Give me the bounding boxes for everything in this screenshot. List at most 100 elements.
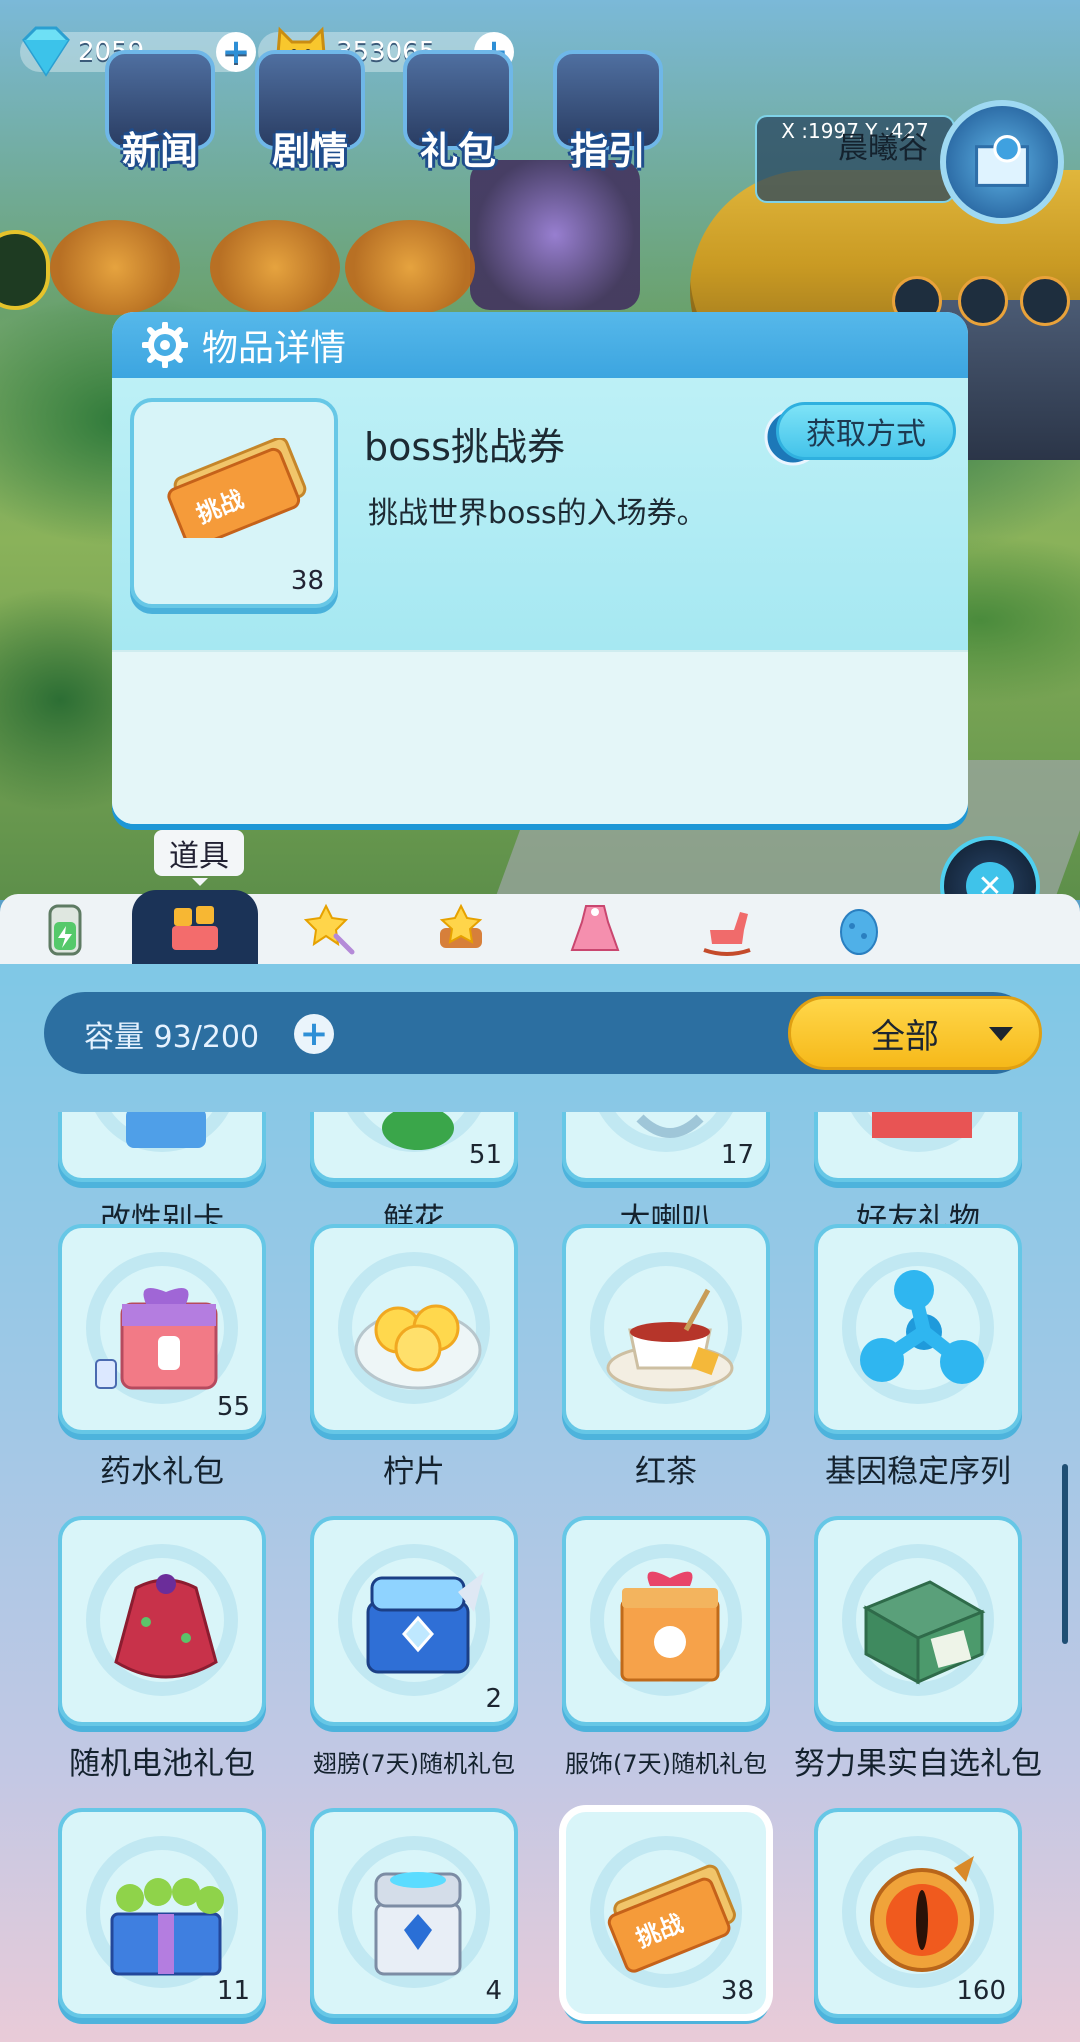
item-cell[interactable] [814,1224,1022,1434]
story-label: 剧情 [271,129,348,173]
item-cell[interactable] [562,1224,770,1434]
gift-pack-label: 礼包 [419,129,496,173]
star-badge-icon [439,903,483,948]
event-icon-2[interactable] [210,220,340,315]
item-cell[interactable]: 17 [562,1112,770,1182]
location-panel: 晨曦谷 X :1997,Y :427 [755,115,955,203]
item-cell[interactable] [562,1516,770,1726]
item-cell[interactable] [58,1112,266,1182]
tab-star-badge[interactable] [398,894,524,964]
lemon-slices-icon [354,1304,482,1390]
item-cell[interactable] [814,1516,1022,1726]
menu-icon[interactable] [1020,276,1070,326]
diamond-icon [22,26,70,77]
guide-button[interactable]: 指引 [538,50,678,175]
item-count: 51 [468,1140,502,1170]
item-cell[interactable]: 51 [310,1112,518,1182]
detail-body: 挑战 38 boss挑战券 获取方式 挑战世界boss的入场券。 [112,378,968,650]
item-count: 2 [485,1684,502,1714]
dress-icon [570,905,620,951]
detail-header: 物品详情 [112,312,968,378]
wings-chest-icon [366,1572,484,1674]
tab-props[interactable] [132,890,258,964]
detail-description: 挑战世界boss的入场券。 [368,496,707,531]
tab-rocking-horse[interactable] [664,894,790,964]
left-expand-button[interactable] [0,230,50,310]
news-button[interactable]: 新闻 [90,50,230,175]
item-count: 17 [720,1140,754,1170]
challenge-ticket-icon: 挑战 [607,1864,736,1973]
tab-star-wand[interactable] [268,894,394,964]
story-button[interactable]: 剧情 [240,50,380,175]
detail-item-count: 38 [290,566,324,596]
event-icon-3[interactable] [345,220,475,315]
mute-icon[interactable] [958,276,1008,326]
filter-dropdown[interactable]: 全部 [788,996,1042,1070]
bag-tab-bar [0,890,1080,964]
scrollbar[interactable] [1062,1464,1068,1644]
expand-capacity-button[interactable]: + [294,1014,334,1054]
item-cell[interactable]: 160 [814,1808,1022,2018]
item-cell[interactable] [310,1224,518,1434]
clothing-gift-box-icon [620,1571,720,1682]
item-cell[interactable] [58,1516,266,1726]
fruit-gift-box-icon [862,1580,986,1685]
item-name: 翅膀(7天)随机礼包 [313,1750,515,1778]
detail-title: 物品详情 [202,328,347,369]
item-cell[interactable]: 4 [310,1808,518,2018]
black-tea-icon [606,1288,734,1392]
item-count: 55 [216,1392,250,1422]
dragon-eye-icon [870,1856,974,1972]
potion-gift-icon [95,1288,218,1390]
item-count: 11 [216,1976,250,2006]
boss-monster[interactable] [470,160,640,310]
item-name: 药水礼包 [100,1454,224,1490]
bag-panel: 容量 93/200 + 全部 51 17 改性别卡 鲜花 大喇叭 好友礼物 55… [0,964,1080,2042]
challenge-ticket-icon: 挑战 [167,438,307,538]
friend-gift-icon [872,1112,972,1138]
capacity-text: 容量 93/200 [84,1020,260,1055]
item-name: 努力果实自选礼包 [794,1746,1042,1782]
capacity-bar: 容量 93/200 + 全部 [44,992,1042,1074]
green-fruit-crate-icon [110,1878,224,1976]
gift-pack-button[interactable]: 礼包 [388,50,528,175]
tab-egg[interactable] [796,894,922,964]
filter-value: 全部 [871,1016,939,1057]
star-wand-icon [303,903,355,955]
item-cell-selected[interactable]: 挑战 38 [562,1808,770,2018]
item-cell[interactable]: 11 [58,1808,266,2018]
detail-empty-area [112,650,968,824]
battery-icon [48,904,82,956]
item-count: 38 [720,1976,754,2006]
chevron-down-icon [989,1027,1013,1041]
item-count: 4 [485,1976,502,2006]
detail-item-slot: 挑战 38 [130,398,338,608]
item-cell[interactable] [814,1112,1022,1182]
event-icon-1[interactable] [50,220,180,315]
gender-card-icon [126,1112,206,1148]
map-button[interactable] [940,100,1064,224]
item-cell[interactable]: 2 [310,1516,518,1726]
map-icon [975,135,1029,187]
item-name: 红茶 [635,1454,697,1490]
item-name: 服饰(7天)随机礼包 [565,1750,767,1778]
item-name: 随机电池礼包 [69,1746,255,1782]
tab-dress[interactable] [532,894,658,964]
item-grid: 51 17 改性别卡 鲜花 大喇叭 好友礼物 55 药水礼包 柠片 红茶 基因稳… [0,1112,1080,2042]
rocking-horse-icon [703,912,751,956]
tab-battery[interactable] [2,894,128,964]
obtain-method-button[interactable]: 获取方式 [776,402,956,460]
props-icon [172,906,218,950]
active-tab-label: 道具 [154,830,244,886]
detail-item-name: boss挑战券 [364,425,565,469]
item-name: 柠片 [383,1454,445,1490]
item-name: 基因稳定序列 [825,1454,1011,1490]
news-label: 新闻 [121,129,198,173]
guide-label: 指引 [569,129,646,173]
item-count: 160 [956,1976,1006,2006]
crystal-chest-icon [374,1872,462,1976]
battery-gift-bag-icon [114,1574,218,1679]
gear-icon [142,322,188,368]
egg-icon [840,909,878,955]
item-cell[interactable]: 55 [58,1224,266,1434]
